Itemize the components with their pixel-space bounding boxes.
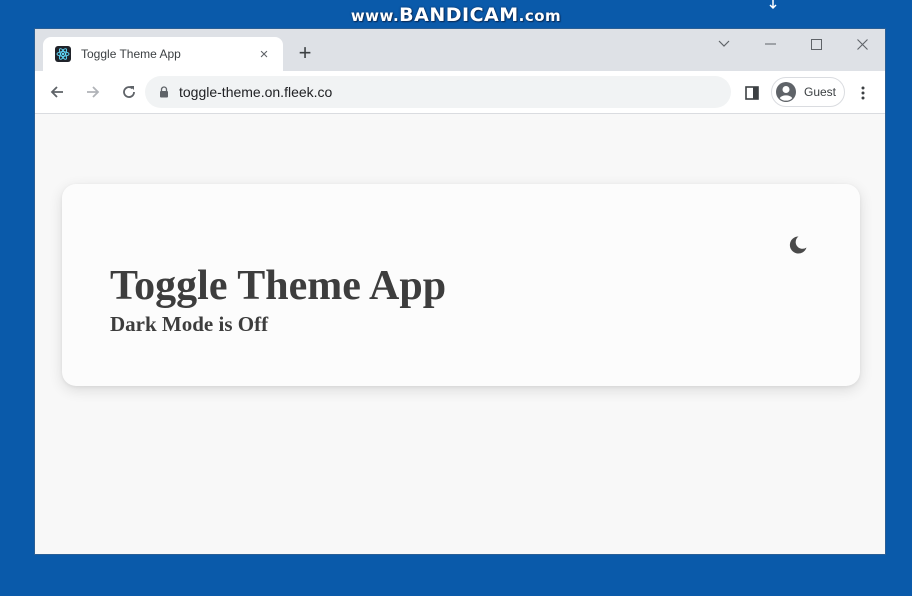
side-panel-icon[interactable] xyxy=(741,82,763,104)
page-title: Toggle Theme App xyxy=(110,263,447,309)
window-controls xyxy=(701,29,885,59)
watermark-brand: BANDICAM xyxy=(399,4,519,26)
page-viewport: Toggle Theme App Dark Mode is Off xyxy=(35,114,885,554)
browser-toolbar: toggle-theme.on.fleek.co Guest xyxy=(35,71,885,114)
dark-mode-status: Dark Mode is Off xyxy=(110,312,269,336)
account-circle-icon xyxy=(774,80,798,104)
tab-close-icon[interactable]: × xyxy=(255,45,273,63)
tab-strip: Toggle Theme App × + xyxy=(35,29,885,71)
arrow-right-icon xyxy=(87,86,100,98)
watermark-prefix: www. xyxy=(350,7,400,25)
tab-search-icon[interactable] xyxy=(701,29,747,59)
tab-toggle-theme-app[interactable]: Toggle Theme App × xyxy=(43,37,283,71)
tab-title: Toggle Theme App xyxy=(81,47,181,61)
watermark-suffix: .com xyxy=(518,7,562,25)
forward-button[interactable] xyxy=(77,76,109,108)
minimize-icon[interactable] xyxy=(747,29,793,59)
browser-window: Toggle Theme App × + toggle-theme.on.fle… xyxy=(34,28,886,555)
url-text: toggle-theme.on.fleek.co xyxy=(179,84,333,100)
close-icon[interactable] xyxy=(839,29,885,59)
reload-button[interactable] xyxy=(113,76,145,108)
arrow-left-icon xyxy=(50,86,63,98)
reload-icon xyxy=(123,86,135,98)
mouse-cursor-icon xyxy=(768,0,778,10)
profile-button[interactable]: Guest xyxy=(771,77,845,107)
back-button[interactable] xyxy=(41,76,73,108)
react-icon xyxy=(55,46,71,62)
address-bar[interactable]: toggle-theme.on.fleek.co xyxy=(145,76,731,108)
app-card: Toggle Theme App Dark Mode is Off xyxy=(62,184,860,386)
moon-icon[interactable] xyxy=(787,234,809,256)
lock-icon[interactable] xyxy=(157,85,171,99)
profile-label: Guest xyxy=(804,85,837,99)
new-tab-button[interactable]: + xyxy=(293,41,317,65)
more-menu-icon[interactable] xyxy=(853,82,873,104)
maximize-icon[interactable] xyxy=(793,29,839,59)
